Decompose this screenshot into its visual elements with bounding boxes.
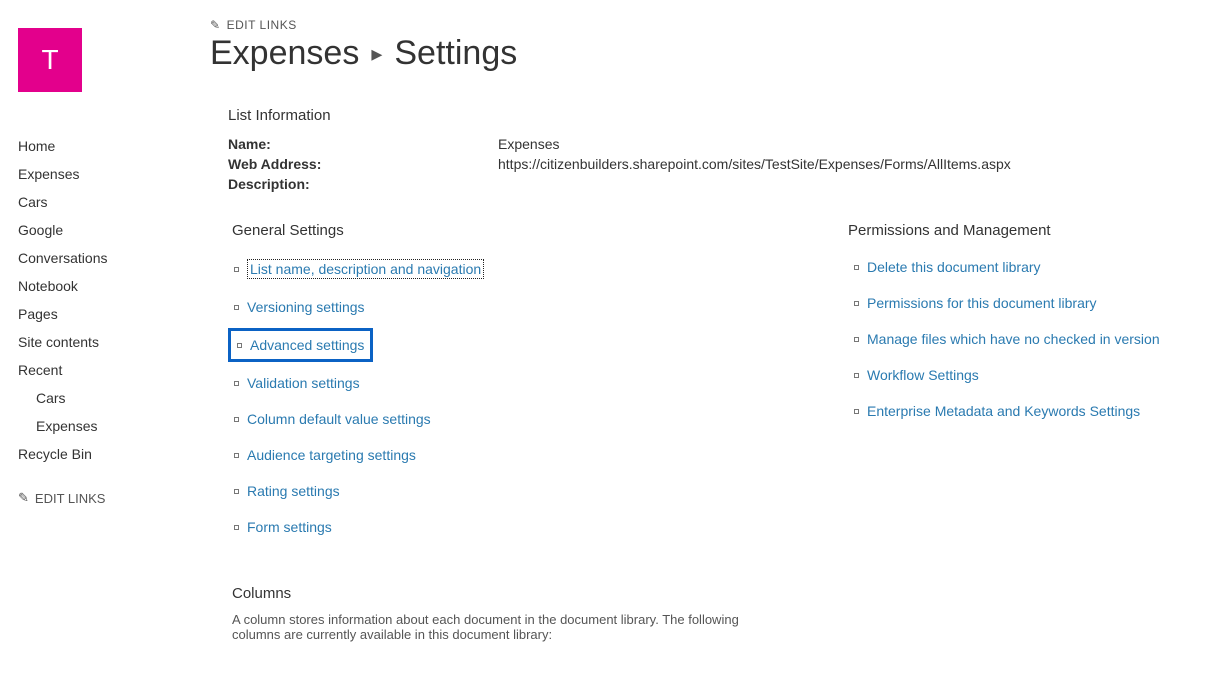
nav-conversations[interactable]: Conversations [18,244,210,272]
nav-google[interactable]: Google [18,216,210,244]
link-list-name-description[interactable]: List name, description and navigation [247,259,484,279]
bullet-icon [234,525,239,530]
highlight-advanced-settings: Advanced settings [228,328,373,362]
columns-description: A column stores information about each d… [232,612,788,642]
link-versioning-settings[interactable]: Versioning settings [247,299,365,315]
breadcrumb-page: Settings [394,34,517,73]
list-info-table: Name: Expenses Web Address: https://citi… [228,134,1202,194]
pencil-icon: ✎ [210,18,221,32]
link-enterprise-metadata[interactable]: Enterprise Metadata and Keywords Setting… [867,403,1140,419]
bullet-icon [234,381,239,386]
edit-links-top[interactable]: ✎ EDIT LINKS [210,18,1202,32]
bullet-icon [854,373,859,378]
link-validation-settings[interactable]: Validation settings [247,375,360,391]
link-workflow-settings[interactable]: Workflow Settings [867,367,979,383]
nav-recent-expenses[interactable]: Expenses [18,412,210,440]
link-delete-library[interactable]: Delete this document library [867,259,1041,275]
general-settings-heading: General Settings [232,222,788,239]
bullet-icon [234,453,239,458]
bullet-icon [234,489,239,494]
link-permissions-library[interactable]: Permissions for this document library [867,295,1097,311]
link-rating-settings[interactable]: Rating settings [247,483,340,499]
bullet-icon [234,417,239,422]
address-value: https://citizenbuilders.sharepoint.com/s… [498,154,1011,174]
nav-cars[interactable]: Cars [18,188,210,216]
bullet-icon [854,301,859,306]
edit-links-nav-label: EDIT LINKS [35,491,106,506]
breadcrumb-separator-icon: ▸ [371,41,382,67]
description-label: Description: [228,174,498,194]
columns-heading: Columns [232,585,788,602]
nav-recycle-bin[interactable]: Recycle Bin [18,440,210,468]
breadcrumb: Expenses ▸ Settings [210,34,1202,73]
bullet-icon [237,343,242,348]
bullet-icon [854,409,859,414]
nav-site-contents[interactable]: Site contents [18,328,210,356]
nav-recent-heading: Recent [18,356,210,384]
name-label: Name: [228,134,498,154]
link-advanced-settings[interactable]: Advanced settings [250,337,364,353]
bullet-icon [234,267,239,272]
breadcrumb-library[interactable]: Expenses [210,34,359,73]
link-audience-targeting[interactable]: Audience targeting settings [247,447,416,463]
left-nav: Home Expenses Cars Google Conversations … [10,132,210,506]
nav-pages[interactable]: Pages [18,300,210,328]
address-label: Web Address: [228,154,498,174]
bullet-icon [854,337,859,342]
nav-notebook[interactable]: Notebook [18,272,210,300]
nav-expenses[interactable]: Expenses [18,160,210,188]
link-manage-checked-in[interactable]: Manage files which have no checked in ve… [867,331,1160,347]
bullet-icon [234,305,239,310]
nav-home[interactable]: Home [18,132,210,160]
link-form-settings[interactable]: Form settings [247,519,332,535]
link-column-default-value[interactable]: Column default value settings [247,411,431,427]
site-tile[interactable]: T [18,28,82,92]
list-info-heading: List Information [228,107,1202,124]
edit-links-nav[interactable]: ✎ EDIT LINKS [18,490,210,506]
name-value: Expenses [498,134,559,154]
permissions-heading: Permissions and Management [848,222,1166,239]
nav-recent-cars[interactable]: Cars [18,384,210,412]
bullet-icon [854,265,859,270]
edit-links-top-label: EDIT LINKS [227,18,297,32]
pencil-icon: ✎ [18,490,29,506]
